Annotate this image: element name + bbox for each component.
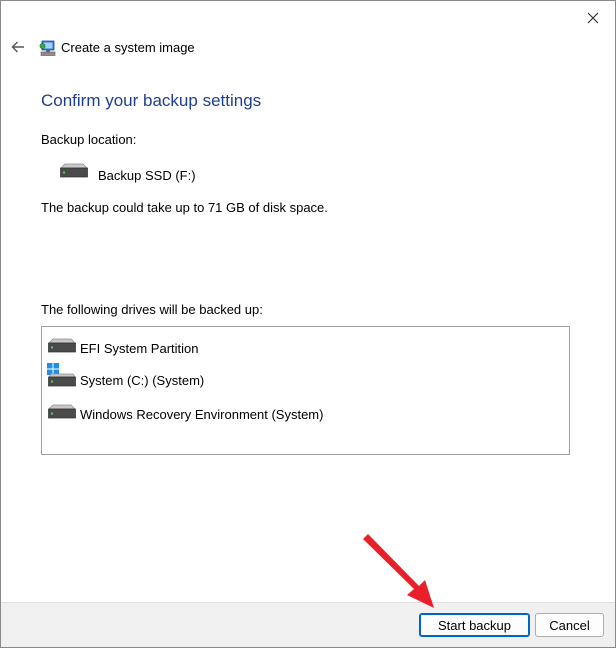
list-item[interactable]: System (C:) (System) bbox=[47, 363, 547, 388]
disk-space-text: The backup could take up to 71 GB of dis… bbox=[41, 200, 328, 215]
drives-list[interactable]: EFI System Partition System (C:) (System… bbox=[41, 326, 570, 455]
drive-name: System (C:) (System) bbox=[80, 373, 205, 388]
drive-icon bbox=[48, 338, 76, 353]
cancel-button[interactable]: Cancel bbox=[535, 613, 604, 637]
backup-location-label: Backup location: bbox=[41, 132, 137, 147]
list-item[interactable]: Windows Recovery Environment (System) bbox=[47, 402, 547, 426]
back-button[interactable] bbox=[9, 38, 27, 56]
close-button[interactable] bbox=[581, 7, 605, 29]
dialog-window: Create a system image Confirm your backu… bbox=[0, 0, 616, 648]
windows-drive-icon bbox=[47, 363, 76, 387]
dialog-footer: Start backup Cancel bbox=[1, 602, 615, 647]
start-backup-button[interactable]: Start backup bbox=[419, 613, 530, 637]
page-title: Confirm your backup settings bbox=[41, 91, 262, 110]
drive-icon bbox=[60, 163, 88, 178]
window-title: Create a system image bbox=[61, 40, 195, 55]
drive-icon bbox=[48, 404, 76, 419]
close-icon bbox=[587, 12, 599, 24]
drive-name: EFI System Partition bbox=[80, 341, 199, 356]
drive-name: Windows Recovery Environment (System) bbox=[80, 407, 324, 422]
list-item[interactable]: EFI System Partition bbox=[47, 336, 547, 360]
backup-location-name: Backup SSD (F:) bbox=[98, 168, 196, 183]
arrow-left-icon bbox=[11, 41, 24, 53]
system-image-app-icon bbox=[39, 40, 56, 56]
drives-list-label: The following drives will be backed up: bbox=[41, 302, 263, 317]
